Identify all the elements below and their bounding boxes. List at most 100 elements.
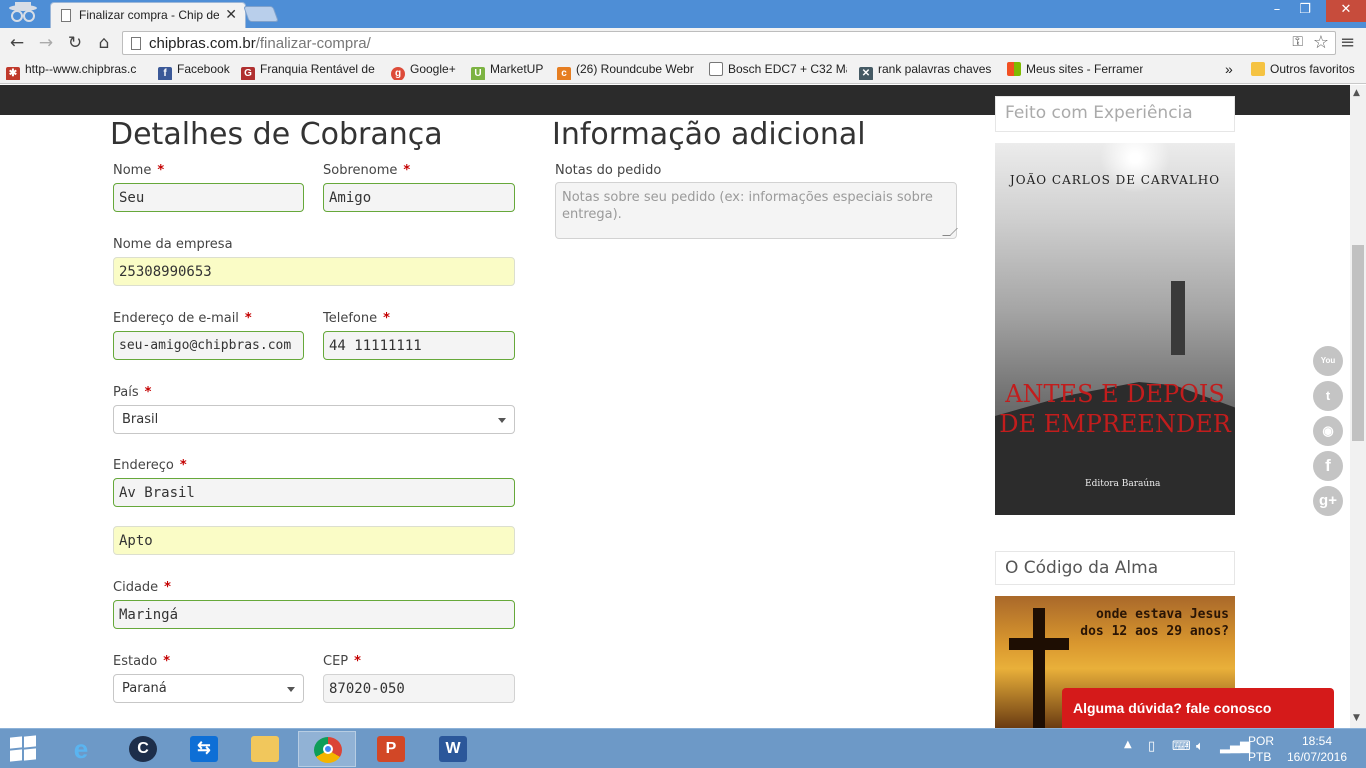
restore-button[interactable]: ❐ <box>1290 0 1320 22</box>
roundcube-icon: c <box>557 67 571 80</box>
chat-button[interactable]: Alguma dúvida? fale conosco <box>1062 688 1334 728</box>
page-scrollbar[interactable]: ▲ ▼ <box>1350 85 1366 728</box>
marketup-icon: U <box>471 67 485 80</box>
taskbar-teamviewer[interactable]: ⇆ <box>175 731 233 767</box>
reload-button[interactable]: ↻ <box>64 32 86 54</box>
taskbar-ie[interactable]: e <box>52 731 110 767</box>
google-plus-icon: g <box>391 67 405 80</box>
chevron-down-icon <box>498 418 506 423</box>
folder-icon <box>251 736 279 762</box>
facebook-icon[interactable]: f <box>1313 451 1343 481</box>
scroll-up-icon[interactable]: ▲ <box>1353 88 1360 98</box>
page-icon <box>131 37 141 50</box>
back-button[interactable]: ← <box>6 32 28 54</box>
minimize-button[interactable]: – <box>1262 0 1292 22</box>
company-field[interactable]: 25308990653 <box>113 257 515 286</box>
widget-title-experiencia: Feito com Experiência <box>995 96 1235 132</box>
google-plus-icon[interactable]: g+ <box>1313 486 1343 516</box>
address-label: Endereço * <box>113 458 187 473</box>
country-select[interactable]: Brasil <box>113 405 515 434</box>
book-title: Antes e depois de empreender <box>999 380 1231 438</box>
youtube-icon[interactable]: You <box>1313 346 1343 376</box>
volume-icon[interactable]: 🔈︎ <box>1196 739 1204 754</box>
windows-taskbar: e C ⇆ P W ▲ ▯ ⌨ 🔈︎ ▂▄▆ POR PTB 18:54 16/… <box>0 728 1366 768</box>
scroll-down-icon[interactable]: ▼ <box>1353 713 1360 723</box>
close-window-button[interactable]: ✕ <box>1326 0 1366 22</box>
order-notes-label: Notas do pedido <box>555 163 662 178</box>
book-author: João Carlos de Carvalho <box>1009 173 1221 187</box>
chrome-menu-button[interactable]: ≡ <box>1340 32 1355 53</box>
address-field[interactable]: Av Brasil <box>113 478 515 507</box>
clock-date: 16/07/2016 <box>1286 750 1348 764</box>
bookmark-franquia[interactable]: G Franquia Rentável de <box>241 62 375 80</box>
taskbar-chrome[interactable] <box>298 731 356 767</box>
other-bookmarks-folder[interactable]: Outros favoritos <box>1251 62 1363 80</box>
scrollbar-thumb[interactable] <box>1352 245 1364 441</box>
first-name-field[interactable]: Seu <box>113 183 304 212</box>
ccleaner-icon: C <box>129 736 157 762</box>
browser-toolbar: ← → ↻ ⌂ chipbras.com.br/finalizar-compra… <box>0 28 1366 58</box>
bookmark-rank[interactable]: ✕ rank palavras chaves <box>859 62 995 80</box>
tray-expand-icon[interactable]: ▲ <box>1124 739 1132 750</box>
start-button[interactable] <box>10 735 38 763</box>
internet-explorer-icon: e <box>73 734 89 764</box>
facebook-icon: f <box>158 67 172 80</box>
taskbar-powerpoint[interactable]: P <box>362 731 420 767</box>
city-field[interactable]: Maringá <box>113 600 515 629</box>
bookmark-bosch[interactable]: Bosch EDC7 + C32 Ma <box>709 62 847 80</box>
taskbar-word[interactable]: W <box>424 731 482 767</box>
page-icon <box>61 9 71 22</box>
email-field[interactable]: seu-amigo@chipbras.com <box>113 331 304 360</box>
taskbar-ccleaner[interactable]: C <box>114 731 172 767</box>
keyboard-icon[interactable]: ⌨ <box>1172 739 1191 754</box>
bookmark-googleplus[interactable]: g Google+ <box>391 62 461 80</box>
tab-finalizar-compra[interactable]: Finalizar compra - Chip de ✕ <box>50 2 246 28</box>
book-publisher: Editora Baraúna <box>1085 479 1161 489</box>
email-label: Endereço de e-mail * <box>113 311 252 326</box>
last-name-field[interactable]: Amigo <box>323 183 515 212</box>
taskbar-explorer[interactable] <box>236 731 294 767</box>
additional-info-heading: Informação adicional <box>552 117 866 152</box>
company-label: Nome da empresa <box>113 237 233 252</box>
resize-handle-icon[interactable] <box>942 228 958 236</box>
tab-title: Finalizar compra - Chip de <box>79 8 219 22</box>
twitter-icon[interactable]: t <box>1313 381 1343 411</box>
chevron-down-icon <box>287 687 295 692</box>
tab-close-icon[interactable]: ✕ <box>225 7 237 23</box>
phone-field[interactable]: 44 11111111 <box>323 331 515 360</box>
home-button[interactable]: ⌂ <box>93 32 115 54</box>
incognito-icon <box>9 2 37 22</box>
bookmark-roundcube[interactable]: c (26) Roundcube Webr <box>557 62 695 80</box>
bookmark-marketup[interactable]: U MarketUP <box>471 62 549 80</box>
book-cover-antes-depois[interactable]: João Carlos de Carvalho Antes e depois d… <box>995 143 1235 515</box>
teamviewer-icon: ⇆ <box>190 736 218 762</box>
url-text[interactable]: chipbras.com.br/finalizar-compra/ <box>149 35 371 52</box>
maple-leaf-icon: ✱ <box>6 67 20 80</box>
address-line2-field[interactable]: Apto <box>113 526 515 555</box>
input-language-indicator[interactable]: POR PTB <box>1248 733 1274 765</box>
phone-label: Telefone * <box>323 311 390 326</box>
usb-icon[interactable]: ▯ <box>1148 739 1155 754</box>
windows-icon <box>1007 62 1021 76</box>
bookmarks-bar: ✱ http--www.chipbras.c f Facebook G Franqui… <box>0 58 1366 84</box>
bookmark-facebook[interactable]: f Facebook <box>158 62 234 80</box>
clock[interactable]: 18:54 16/07/2016 <box>1286 733 1348 765</box>
bookmark-chipbras[interactable]: ✱ http--www.chipbras.c <box>6 62 144 80</box>
key-icon[interactable]: ⚿ <box>1292 34 1303 50</box>
zip-field[interactable]: 87020-050 <box>323 674 515 703</box>
bookmark-star-icon[interactable]: ☆ <box>1313 32 1329 53</box>
cross-icon <box>1033 608 1045 728</box>
folder-icon <box>1251 62 1265 76</box>
network-signal-icon[interactable]: ▂▄▆ <box>1220 739 1250 754</box>
forward-button[interactable]: → <box>35 32 57 54</box>
state-select[interactable]: Paraná <box>113 674 304 703</box>
address-bar[interactable]: chipbras.com.br/finalizar-compra/ ⚿ ☆ <box>122 31 1336 55</box>
rss-icon[interactable]: ◉ <box>1313 416 1343 446</box>
city-label: Cidade * <box>113 580 171 595</box>
book-tagline: onde estava Jesus dos 12 aos 29 anos? <box>1080 607 1229 639</box>
order-notes-textarea[interactable]: Notas sobre seu pedido (ex: informações … <box>555 182 958 239</box>
new-tab-button[interactable] <box>243 6 279 22</box>
more-bookmarks-button[interactable]: » <box>1225 61 1239 79</box>
zip-label: CEP * <box>323 654 361 669</box>
bookmark-meus-sites[interactable]: Meus sites - Ferramen <box>1007 62 1143 80</box>
